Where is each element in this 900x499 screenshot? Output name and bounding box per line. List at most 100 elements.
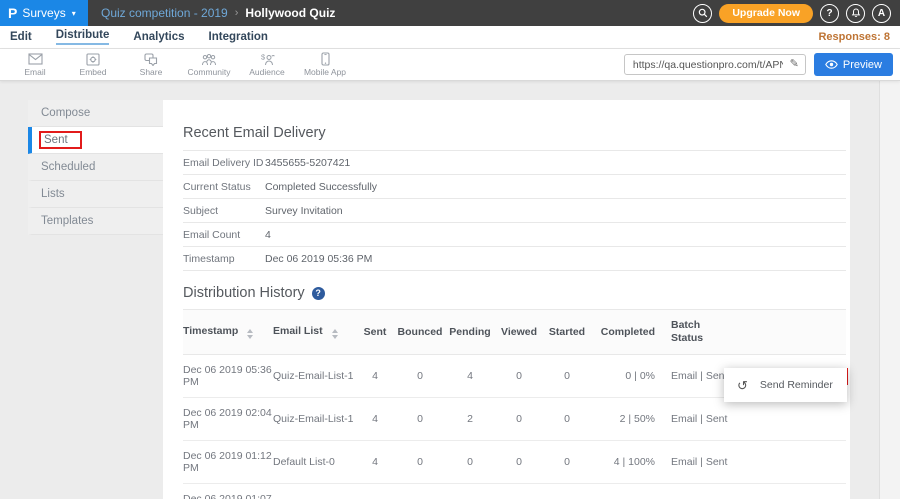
sort-icon[interactable]: [332, 329, 338, 339]
detail-row: Email Count 4: [183, 223, 846, 247]
scrollbar-track[interactable]: [879, 81, 900, 499]
community-icon: [201, 52, 217, 66]
table-row: Dec 06 2019 01:12 PM Default List-0 4 0 …: [183, 441, 846, 484]
cell-bounced: 0: [395, 441, 445, 484]
topbar-actions: Upgrade Now ? A: [693, 4, 900, 23]
table-row: Dec 06 2019 01:07 PM Default List-0 2 0 …: [183, 484, 846, 499]
audience-icon: $: [259, 52, 275, 66]
toolbar-item-community[interactable]: Community: [180, 52, 238, 77]
sidebar-item-label: Templates: [41, 215, 93, 227]
cell-email-list: Quiz-Email-List-1: [273, 355, 355, 398]
detail-label: Subject: [183, 205, 265, 217]
cell-pending: 0: [445, 441, 495, 484]
detail-row: Current Status Completed Successfully: [183, 175, 846, 199]
column-header-bounced: Bounced: [395, 310, 445, 355]
column-header-timestamp[interactable]: Timestamp: [183, 310, 273, 355]
detail-value: 3455655-5207421: [265, 157, 350, 169]
survey-nav: Edit Distribute Analytics Integration Re…: [0, 26, 900, 49]
sidebar-item-sent[interactable]: Sent: [28, 127, 163, 154]
cell-batch-status: Email | Sent: [655, 398, 755, 441]
detail-value: 4: [265, 229, 271, 241]
upgrade-now-button[interactable]: Upgrade Now: [719, 4, 813, 23]
toolbar-item-label: Audience: [249, 67, 284, 77]
toolbar-item-label: Embed: [80, 67, 107, 77]
sidebar-item-compose[interactable]: Compose: [28, 100, 163, 127]
table-header-row: Timestamp Email List Sent Bounced Pendin…: [183, 310, 846, 355]
distribution-history-table: Timestamp Email List Sent Bounced Pendin…: [183, 309, 846, 499]
cell-email-list: Default List-0: [273, 441, 355, 484]
sidebar-item-scheduled[interactable]: Scheduled: [28, 154, 163, 181]
cell-timestamp: Dec 06 2019 01:12 PM: [183, 441, 273, 484]
help-icon[interactable]: ?: [312, 287, 325, 300]
recent-email-delivery-title: Recent Email Delivery: [183, 100, 846, 141]
sidebar-item-lists[interactable]: Lists: [28, 181, 163, 208]
cell-actions: [755, 441, 846, 484]
surveys-menu[interactable]: P Surveys ▾: [0, 0, 88, 26]
cell-batch-status: Email | Sent: [655, 441, 755, 484]
cell-started: 0: [543, 441, 591, 484]
notifications-button[interactable]: [846, 4, 865, 23]
responses-count[interactable]: Responses: 8: [818, 31, 890, 43]
surveys-menu-label: Surveys: [22, 6, 65, 20]
distribute-toolbar: Email Embed Share Community $ Audience M…: [0, 49, 900, 81]
account-avatar[interactable]: A: [872, 4, 891, 23]
bell-icon: [851, 8, 861, 18]
chevron-down-icon: ▾: [72, 9, 76, 18]
cell-pending: 1: [445, 484, 495, 499]
cell-viewed: 0: [495, 398, 543, 441]
column-header-pending: Pending: [445, 310, 495, 355]
cell-completed: 2 | 50%: [591, 398, 655, 441]
breadcrumb-parent[interactable]: Quiz competition - 2019: [101, 6, 228, 20]
row-context-menu: ↺ Send Reminder: [724, 368, 847, 402]
cell-pending: 4: [445, 355, 495, 398]
toolbar-right: ✎ Preview: [624, 53, 900, 76]
detail-label: Email Delivery ID: [183, 157, 265, 169]
survey-url-input[interactable]: [624, 54, 806, 75]
preview-button-label: Preview: [843, 59, 882, 71]
table-row: Dec 06 2019 02:04 PM Quiz-Email-List-1 4…: [183, 398, 846, 441]
cell-email-list: Default List-0: [273, 484, 355, 499]
svg-text:$: $: [261, 53, 266, 62]
tab-distribute[interactable]: Distribute: [56, 29, 110, 45]
distribution-history-title: Distribution History: [183, 285, 305, 301]
edit-url-icon[interactable]: ✎: [790, 57, 799, 70]
send-reminder-icon: ↺: [737, 379, 748, 392]
help-button[interactable]: ?: [820, 4, 839, 23]
tab-edit[interactable]: Edit: [10, 31, 32, 43]
tab-analytics[interactable]: Analytics: [133, 31, 184, 43]
detail-row: Timestamp Dec 06 2019 05:36 PM: [183, 247, 846, 271]
distribution-history-header: Distribution History ?: [183, 285, 846, 301]
search-button[interactable]: [693, 4, 712, 23]
sort-icon[interactable]: [247, 329, 253, 339]
toolbar-item-share[interactable]: Share: [122, 52, 180, 77]
toolbar-item-mobile-app[interactable]: Mobile App: [296, 52, 354, 77]
cell-batch-status: Email | Sent: [655, 484, 755, 499]
toolbar-item-label: Share: [140, 67, 163, 77]
send-reminder-menu-item[interactable]: Send Reminder: [760, 379, 833, 391]
eye-icon: [825, 60, 838, 69]
detail-label: Email Count: [183, 229, 265, 241]
sidebar-item-templates[interactable]: Templates: [28, 208, 163, 235]
cell-bounced: 0: [395, 355, 445, 398]
column-header-batch-status: Batch Status: [655, 310, 755, 355]
tab-integration[interactable]: Integration: [209, 31, 268, 43]
column-header-actions: [755, 310, 846, 355]
sidebar-item-label: Lists: [41, 188, 65, 200]
cell-completed: 0 | 0%: [591, 355, 655, 398]
cell-viewed: 0: [495, 355, 543, 398]
top-bar: P Surveys ▾ Quiz competition - 2019 › Ho…: [0, 0, 900, 26]
toolbar-item-audience[interactable]: $ Audience: [238, 52, 296, 77]
preview-button[interactable]: Preview: [814, 53, 893, 76]
cell-email-list: Quiz-Email-List-1: [273, 398, 355, 441]
toolbar-item-email[interactable]: Email: [6, 52, 64, 77]
toolbar-item-embed[interactable]: Embed: [64, 52, 122, 77]
cell-completed: 1 | 50%: [591, 484, 655, 499]
cell-sent: 4: [355, 355, 395, 398]
mobile-app-icon: [321, 52, 330, 66]
toolbar-item-label: Email: [24, 67, 45, 77]
column-header-email-list[interactable]: Email List: [273, 310, 355, 355]
detail-row: Email Delivery ID 3455655-5207421: [183, 151, 846, 175]
questionpro-logo-icon: P: [8, 6, 17, 20]
cell-started: 0: [543, 398, 591, 441]
detail-value: Survey Invitation: [265, 205, 343, 217]
